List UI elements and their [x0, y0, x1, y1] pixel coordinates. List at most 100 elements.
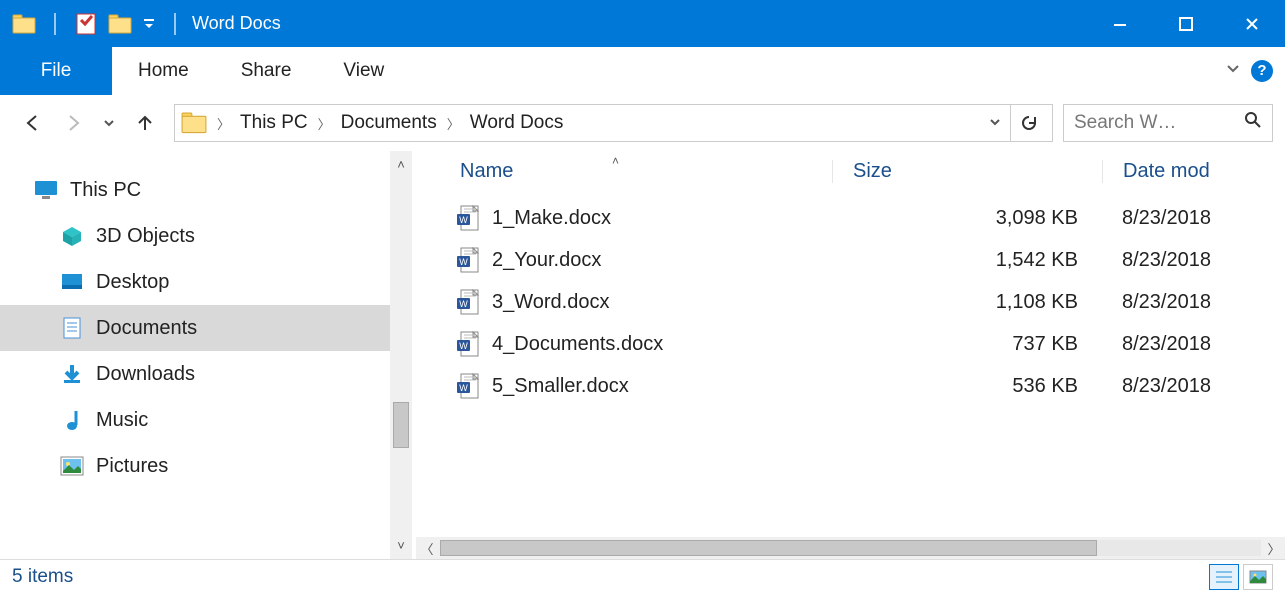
desktop-icon [60, 270, 84, 294]
window-title: Word Docs [192, 13, 281, 34]
tab-view[interactable]: View [317, 47, 410, 95]
tree-pictures[interactable]: Pictures [0, 443, 390, 489]
address-bar[interactable]: 〉 This PC 〉 Documents 〉 Word Docs [174, 104, 1053, 142]
docx-file-icon: W [456, 331, 480, 357]
tree-this-pc[interactable]: This PC [0, 167, 390, 213]
file-name: 2_Your.docx [492, 249, 601, 272]
scroll-up-icon[interactable]: ˄ [397, 157, 405, 172]
search-placeholder: Search W… [1074, 112, 1176, 134]
scroll-thumb[interactable] [393, 402, 409, 448]
docx-file-icon: W [456, 247, 480, 273]
file-size: 3,098 KB [832, 207, 1102, 230]
tree-desktop[interactable]: Desktop [0, 259, 390, 305]
svg-text:W: W [459, 341, 468, 351]
file-row[interactable]: W 5_Smaller.docx 536 KB 8/23/2018 [412, 365, 1285, 407]
file-row[interactable]: W 3_Word.docx 1,108 KB 8/23/2018 [412, 281, 1285, 323]
help-icon[interactable]: ? [1251, 60, 1273, 82]
pictures-icon [60, 454, 84, 478]
search-icon [1244, 111, 1262, 135]
details-view-button[interactable] [1209, 564, 1239, 590]
tree-label: Downloads [96, 363, 195, 386]
column-date[interactable]: Date mod [1102, 160, 1285, 183]
horizontal-scrollbar[interactable]: 〈 〉 [416, 537, 1285, 559]
qat-dropdown-icon[interactable] [142, 17, 156, 31]
download-icon [60, 362, 84, 386]
nav-arrows [12, 112, 164, 134]
scroll-thumb[interactable] [440, 540, 1097, 556]
properties-icon[interactable] [74, 12, 98, 36]
file-row[interactable]: W 4_Documents.docx 737 KB 8/23/2018 [412, 323, 1285, 365]
close-button[interactable] [1219, 0, 1285, 47]
location-folder-icon [181, 112, 207, 134]
file-rows: W 1_Make.docx 3,098 KB 8/23/2018 W 2_You… [412, 191, 1285, 537]
file-size: 737 KB [832, 333, 1102, 356]
docx-file-icon: W [456, 289, 480, 315]
file-size: 1,542 KB [832, 249, 1102, 272]
tree-scrollbar[interactable]: ˄ ˅ [390, 151, 412, 559]
forward-button[interactable] [62, 112, 84, 134]
breadcrumb-this-pc[interactable]: This PC [240, 112, 308, 134]
file-list-pane: Name ˄ Size Date mod W 1_Make.docx 3,098… [412, 151, 1285, 559]
refresh-button[interactable] [1010, 104, 1046, 142]
navigation-row: 〉 This PC 〉 Documents 〉 Word Docs Search… [0, 95, 1285, 151]
file-name: 5_Smaller.docx [492, 375, 629, 398]
tree-downloads[interactable]: Downloads [0, 351, 390, 397]
svg-text:W: W [459, 215, 468, 225]
music-icon [60, 408, 84, 432]
up-button[interactable] [134, 112, 156, 134]
tab-share[interactable]: Share [215, 47, 318, 95]
folder-icon[interactable] [12, 12, 36, 36]
tree-label: Music [96, 409, 148, 432]
file-date: 8/23/2018 [1102, 249, 1285, 272]
file-date: 8/23/2018 [1102, 375, 1285, 398]
tree-label: 3D Objects [96, 225, 195, 248]
file-date: 8/23/2018 [1102, 207, 1285, 230]
column-headers: Name ˄ Size Date mod [412, 151, 1285, 191]
breadcrumb-separator[interactable]: 〉 [447, 114, 460, 133]
breadcrumb-word-docs[interactable]: Word Docs [470, 112, 564, 134]
separator [54, 13, 56, 35]
ribbon-tabs: File Home Share View ? [0, 47, 1285, 95]
quick-access-toolbar [0, 12, 184, 36]
file-name: 3_Word.docx [492, 291, 609, 314]
monitor-icon [34, 178, 58, 202]
tree-label: Documents [96, 317, 197, 340]
svg-text:W: W [459, 383, 468, 393]
new-folder-icon[interactable] [108, 12, 132, 36]
minimize-button[interactable] [1087, 0, 1153, 47]
file-date: 8/23/2018 [1102, 291, 1285, 314]
recent-dropdown-icon[interactable] [102, 116, 116, 130]
tab-home[interactable]: Home [112, 47, 215, 95]
scroll-down-icon[interactable]: ˅ [397, 538, 405, 553]
tree-label: This PC [70, 179, 141, 202]
file-size: 536 KB [832, 375, 1102, 398]
ribbon-collapse-icon[interactable] [1225, 60, 1241, 81]
address-dropdown-icon[interactable] [988, 115, 1002, 132]
breadcrumb-separator[interactable]: 〉 [217, 114, 230, 133]
scroll-right-icon[interactable]: 〉 [1263, 539, 1285, 558]
navigation-pane: This PC 3D Objects Desktop Documents Dow… [0, 151, 412, 559]
thumbnails-view-button[interactable] [1243, 564, 1273, 590]
documents-icon [60, 316, 84, 340]
file-row[interactable]: W 1_Make.docx 3,098 KB 8/23/2018 [412, 197, 1285, 239]
scroll-track[interactable] [440, 540, 1261, 556]
search-input[interactable]: Search W… [1063, 104, 1273, 142]
cube-icon [60, 224, 84, 248]
breadcrumb-documents[interactable]: Documents [341, 112, 437, 134]
back-button[interactable] [22, 112, 44, 134]
tree-music[interactable]: Music [0, 397, 390, 443]
file-tab[interactable]: File [0, 47, 112, 95]
column-size[interactable]: Size [832, 160, 1102, 183]
svg-text:W: W [459, 257, 468, 267]
maximize-button[interactable] [1153, 0, 1219, 47]
file-size: 1,108 KB [832, 291, 1102, 314]
tree-documents[interactable]: Documents [0, 305, 390, 351]
file-name: 1_Make.docx [492, 207, 611, 230]
scroll-left-icon[interactable]: 〈 [416, 539, 438, 558]
titlebar: Word Docs [0, 0, 1285, 47]
column-name[interactable]: Name ˄ [412, 160, 832, 183]
file-row[interactable]: W 2_Your.docx 1,542 KB 8/23/2018 [412, 239, 1285, 281]
tree-3d-objects[interactable]: 3D Objects [0, 213, 390, 259]
status-bar: 5 items [0, 559, 1285, 593]
breadcrumb-separator[interactable]: 〉 [318, 114, 331, 133]
